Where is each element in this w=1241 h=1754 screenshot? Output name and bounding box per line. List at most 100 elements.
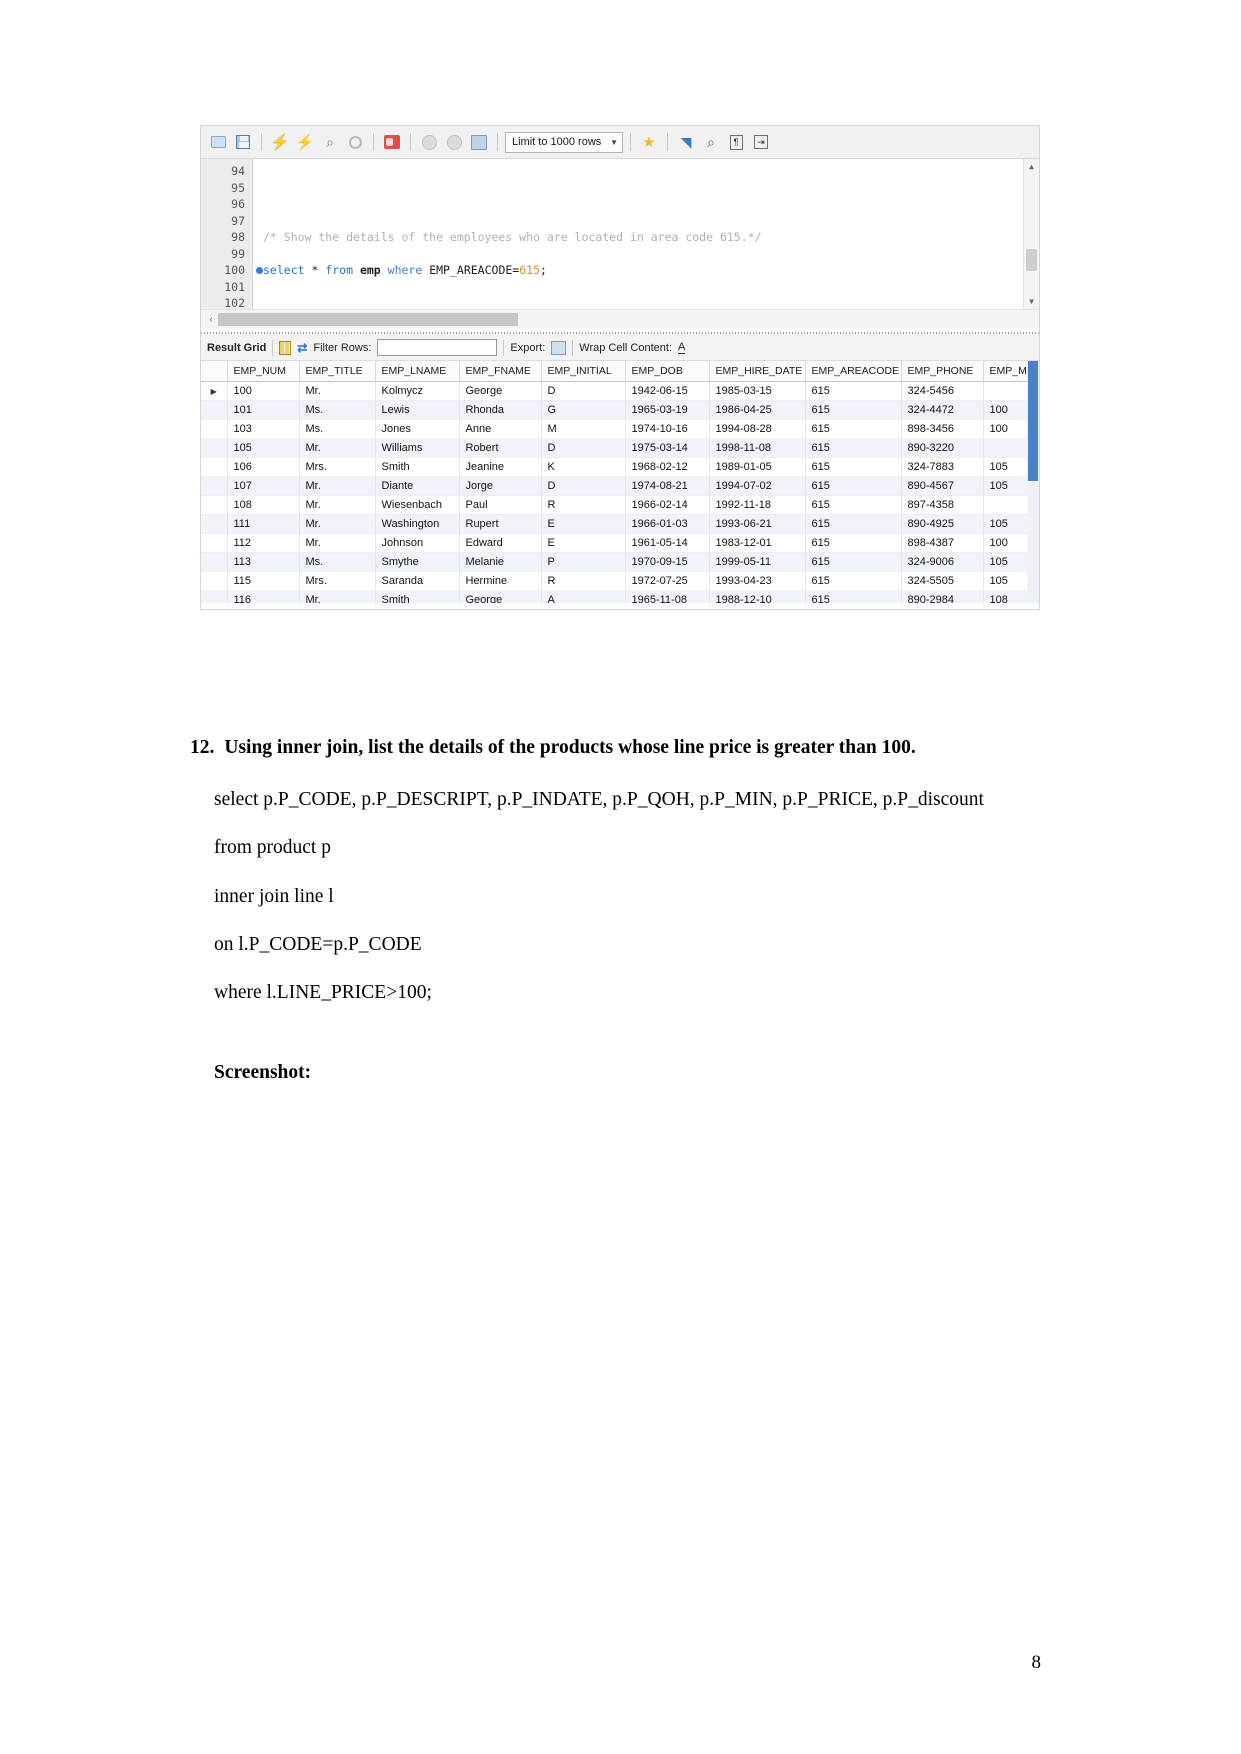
cell-emp-hire-date[interactable]: 1992-11-18 <box>709 495 806 515</box>
find-icon[interactable]: ⌕ <box>700 131 722 153</box>
scroll-up-icon[interactable]: ▲ <box>1024 159 1039 174</box>
cell-emp-hire-date[interactable]: 1983-12-01 <box>709 533 806 553</box>
cell-emp-dob[interactable]: 1966-02-14 <box>625 495 710 515</box>
cell-emp-title[interactable]: Mr. <box>299 514 376 534</box>
table-row[interactable]: 115 Mrs. Saranda Hermine R 1972-07-25 1993-04-… <box>201 571 1039 591</box>
row-marker-cell[interactable] <box>201 476 228 496</box>
cell-emp-dob[interactable]: 1968-02-12 <box>625 457 710 477</box>
open-folder-icon[interactable] <box>207 131 229 153</box>
table-row[interactable]: 113 Ms. Smythe Melanie P 1970-09-15 1999-05-11… <box>201 552 1039 572</box>
cell-emp-initial[interactable]: E <box>541 533 626 553</box>
column-header-emp-phone[interactable]: EMP_PHONE <box>901 361 984 382</box>
cell-emp-phone[interactable]: 324-9006 <box>901 552 984 572</box>
cell-emp-fname[interactable]: Anne <box>459 419 542 439</box>
cell-emp-hire-date[interactable]: 1999-05-11 <box>709 552 806 572</box>
cell-emp-phone[interactable]: 898-3456 <box>901 419 984 439</box>
row-marker-cell[interactable] <box>201 590 228 603</box>
column-header-emp-initial[interactable]: EMP_INITIAL <box>541 361 626 382</box>
cell-emp-title[interactable]: Ms. <box>299 552 376 572</box>
cell-emp-dob[interactable]: 1965-11-08 <box>625 590 710 603</box>
paragraph-icon[interactable]: ¶ <box>725 131 747 153</box>
cell-emp-phone[interactable]: 890-4925 <box>901 514 984 534</box>
table-row[interactable]: 105 Mr. Williams Robert D 1975-03-14 1998-11-0… <box>201 438 1039 458</box>
cell-emp-lname[interactable]: Wiesenbach <box>375 495 460 515</box>
row-marker-cell[interactable] <box>201 400 228 420</box>
cell-emp-phone[interactable]: 890-3220 <box>901 438 984 458</box>
cell-emp-phone[interactable]: 890-4567 <box>901 476 984 496</box>
cell-emp-dob[interactable]: 1974-10-16 <box>625 419 710 439</box>
cell-emp-dob[interactable]: 1961-05-14 <box>625 533 710 553</box>
cell-emp-lname[interactable]: Kolmycz <box>375 381 460 401</box>
wrap-lines-icon[interactable]: ⇥ <box>750 131 772 153</box>
panel-splitter[interactable] <box>201 328 1039 335</box>
clear-icon[interactable]: ◥ <box>675 131 697 153</box>
cell-emp-initial[interactable]: P <box>541 552 626 572</box>
cell-emp-lname[interactable]: Smythe <box>375 552 460 572</box>
cell-emp-areacode[interactable]: 615 <box>805 552 902 572</box>
cell-emp-fname[interactable]: Rhonda <box>459 400 542 420</box>
save-icon[interactable] <box>232 131 254 153</box>
explain-icon[interactable]: ⌕ <box>319 131 341 153</box>
cell-emp-phone[interactable]: 890-2984 <box>901 590 984 603</box>
rollback-icon[interactable] <box>443 131 465 153</box>
cell-emp-dob[interactable]: 1972-07-25 <box>625 571 710 591</box>
cell-emp-phone[interactable]: 324-7883 <box>901 457 984 477</box>
cell-emp-initial[interactable]: G <box>541 400 626 420</box>
cell-emp-fname[interactable]: George <box>459 590 542 603</box>
editor-horizontal-scrollbar[interactable]: ‹ <box>201 309 1039 328</box>
cell-emp-lname[interactable]: Smith <box>375 590 460 603</box>
column-header-emp-areacode[interactable]: EMP_AREACODE <box>805 361 902 382</box>
cell-emp-hire-date[interactable]: 1988-12-10 <box>709 590 806 603</box>
table-row[interactable]: 107 Mr. Diante Jorge D 1974-08-21 1994-07-02 61… <box>201 476 1039 496</box>
grid-view-icon[interactable] <box>279 340 292 355</box>
cell-emp-num[interactable]: 111 <box>227 514 300 534</box>
cell-emp-initial[interactable]: D <box>541 438 626 458</box>
cell-emp-fname[interactable]: Melanie <box>459 552 542 572</box>
cell-emp-title[interactable]: Mr. <box>299 590 376 603</box>
cell-emp-fname[interactable]: George <box>459 381 542 401</box>
code-area[interactable]: /* Show the details of the employees who… <box>253 159 1039 309</box>
stop-icon[interactable] <box>344 131 366 153</box>
grid-vertical-scrollbar[interactable] <box>1027 361 1039 603</box>
grid-scroll-thumb[interactable] <box>1028 361 1038 481</box>
row-marker-cell[interactable] <box>201 514 228 534</box>
cell-emp-areacode[interactable]: 615 <box>805 514 902 534</box>
cell-emp-num[interactable]: 107 <box>227 476 300 496</box>
table-row[interactable]: 112 Mr. Johnson Edward E 1961-05-14 1983-12-01… <box>201 533 1039 553</box>
row-marker-cell[interactable] <box>201 419 228 439</box>
execute-icon[interactable]: ⚡ <box>269 131 291 153</box>
scroll-thumb[interactable] <box>1026 249 1037 271</box>
cell-emp-initial[interactable]: R <box>541 495 626 515</box>
table-row[interactable]: 106 Mrs. Smith Jeanine K 1968-02-12 1989-01-05… <box>201 457 1039 477</box>
beautify-icon[interactable]: ★ <box>638 131 660 153</box>
cell-emp-phone[interactable]: 324-4472 <box>901 400 984 420</box>
column-header-emp-fname[interactable]: EMP_FNAME <box>459 361 542 382</box>
row-marker-cell[interactable] <box>201 438 228 458</box>
cell-emp-areacode[interactable]: 615 <box>805 590 902 603</box>
editor-vertical-scrollbar[interactable]: ▲ ▼ <box>1023 159 1039 309</box>
cell-emp-initial[interactable]: M <box>541 419 626 439</box>
column-header-emp-num[interactable]: EMP_NUM <box>227 361 300 382</box>
cell-emp-lname[interactable]: Washington <box>375 514 460 534</box>
cell-emp-dob[interactable]: 1966-01-03 <box>625 514 710 534</box>
cell-emp-fname[interactable]: Hermine <box>459 571 542 591</box>
cell-emp-title[interactable]: Mrs. <box>299 457 376 477</box>
cell-emp-dob[interactable]: 1965-03-19 <box>625 400 710 420</box>
column-header-emp-dob[interactable]: EMP_DOB <box>625 361 710 382</box>
column-header-emp-lname[interactable]: EMP_LNAME <box>375 361 460 382</box>
table-row[interactable]: 111 Mr. Washington Rupert E 1966-01-03 1993-06… <box>201 514 1039 534</box>
cell-emp-dob[interactable]: 1942-06-15 <box>625 381 710 401</box>
cell-emp-dob[interactable]: 1974-08-21 <box>625 476 710 496</box>
cell-emp-areacode[interactable]: 615 <box>805 419 902 439</box>
cell-emp-num[interactable]: 112 <box>227 533 300 553</box>
cell-emp-areacode[interactable]: 615 <box>805 400 902 420</box>
table-row[interactable]: 101 Ms. Lewis Rhonda G 1965-03-19 1986-04-25 61… <box>201 400 1039 420</box>
cell-emp-areacode[interactable]: 615 <box>805 457 902 477</box>
refresh-icon[interactable]: ⇄ <box>297 341 307 355</box>
row-marker-cell[interactable] <box>201 552 228 572</box>
table-row[interactable]: 103 Ms. Jones Anne M 1974-10-16 1994-08-28 615 8… <box>201 419 1039 439</box>
cell-emp-dob[interactable]: 1970-09-15 <box>625 552 710 572</box>
cell-emp-initial[interactable]: E <box>541 514 626 534</box>
cell-emp-phone[interactable]: 898-4387 <box>901 533 984 553</box>
cell-emp-lname[interactable]: Johnson <box>375 533 460 553</box>
